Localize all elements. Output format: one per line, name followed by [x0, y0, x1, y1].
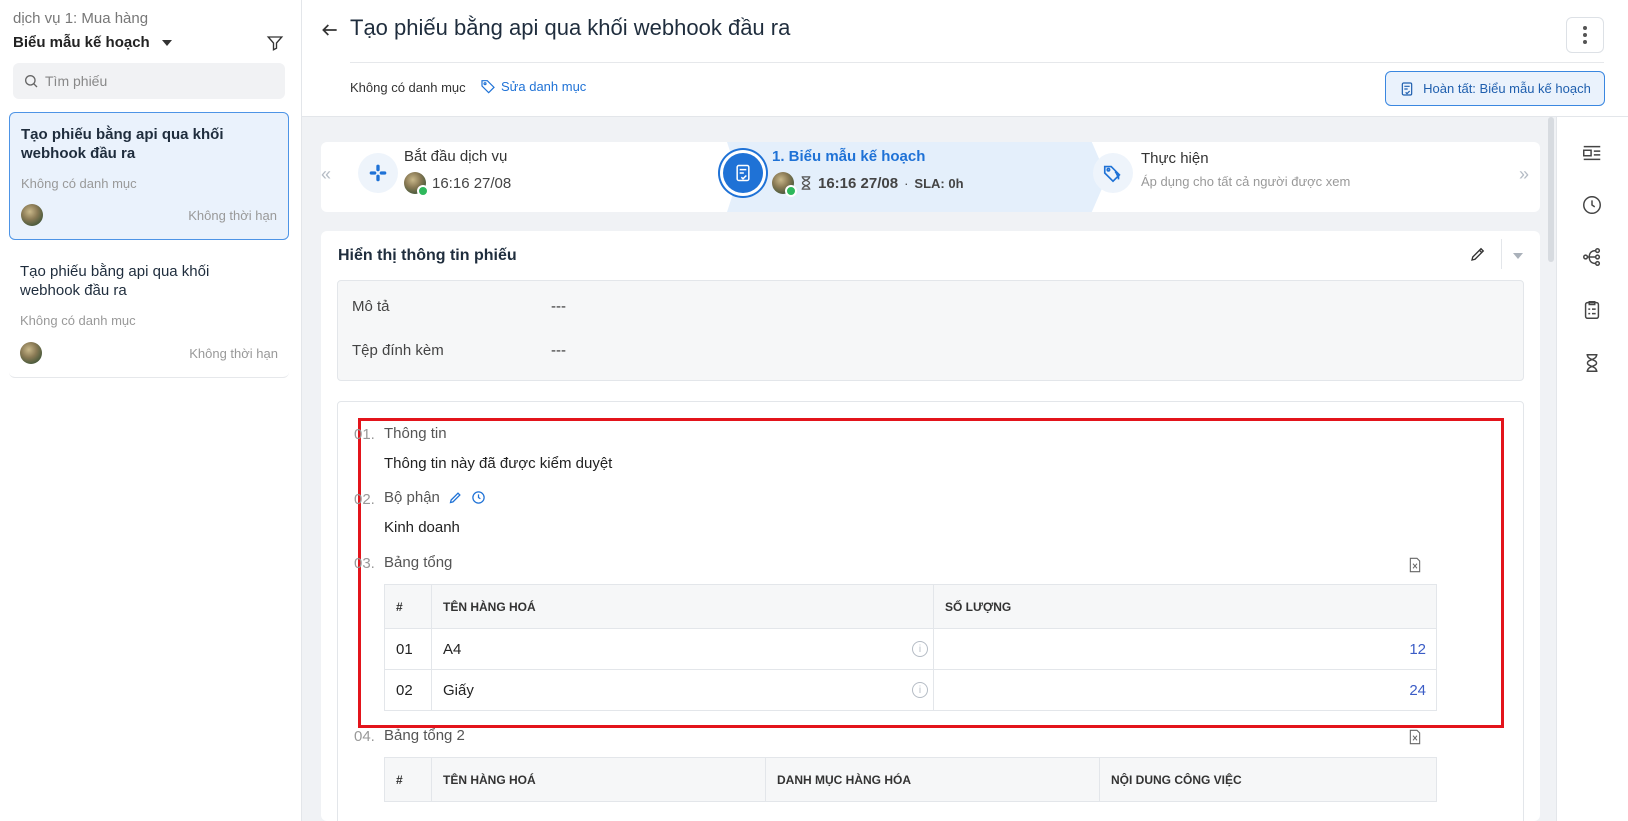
more-options-button[interactable] [1566, 17, 1604, 53]
step-label[interactable]: Bắt đầu dịch vụ [404, 148, 507, 165]
form-content: 01. Thông tin Thông tin này đã được kiểm… [337, 401, 1524, 821]
edit-category-link[interactable]: Sửa danh mục [480, 78, 586, 94]
step-sla: SLA: 0h [914, 175, 964, 191]
quantity-cell: 12 [933, 628, 1437, 670]
ticket-category: Không có danh mục [21, 176, 137, 191]
form-check-icon [1401, 81, 1413, 96]
table-row: 01 A4 i 12 [384, 628, 1437, 670]
form-selector-label: Biểu mẫu kế hoạch [13, 34, 150, 51]
ticket-info-card: Hiển thị thông tin phiếu Mô tả --- Tệp đ… [321, 231, 1540, 821]
collapse-caret-icon[interactable] [1513, 253, 1523, 259]
scrollbar[interactable] [1548, 117, 1554, 262]
page-title: Tạo phiếu bằng api qua khối webhook đầu … [350, 15, 791, 40]
ticket-title: Tạo phiếu bằng api qua khối webhook đầu … [20, 263, 210, 299]
header-divider [350, 62, 1604, 63]
ticket-category: Không có danh mục [20, 313, 136, 328]
step-time: 16:16 27/08 [818, 174, 899, 192]
search-icon [25, 75, 38, 88]
finish-step-button[interactable]: Hoàn tất: Biểu mẫu kế hoạch [1385, 71, 1605, 106]
ticket-item[interactable]: Tạo phiếu bằng api qua khối webhook đầu … [9, 112, 289, 240]
avatar [772, 172, 797, 197]
info-icon[interactable]: i [912, 682, 928, 698]
field-label: Bảng tổng [384, 554, 453, 571]
meta-label: Tệp đính kèm [352, 342, 444, 359]
ticket-search[interactable] [13, 63, 285, 99]
summary-table-2: # TÊN HÀNG HOÁ DANH MỤC HÀNG HÓA NỘI DUN… [384, 757, 1437, 802]
field-label: Bộ phận [384, 489, 486, 506]
detail-panel-icon[interactable] [1581, 142, 1603, 164]
ticket-category: Không có danh mục [350, 80, 466, 95]
column-header: TÊN HÀNG HOÁ [431, 757, 766, 802]
filter-icon[interactable] [266, 34, 284, 52]
workflow-tree-icon[interactable] [1581, 246, 1603, 268]
edit-category-label: Sửa danh mục [501, 78, 587, 94]
ticket-meta: Mô tả --- Tệp đính kèm --- [337, 280, 1524, 381]
avatar [404, 172, 429, 197]
step-time: 16:16 27/08 [432, 174, 512, 192]
ticket-deadline: Không thời hạn [189, 345, 278, 361]
caret-down-icon [161, 39, 172, 46]
info-icon[interactable]: i [912, 641, 928, 657]
column-header: TÊN HÀNG HOÁ [431, 584, 934, 629]
avatar [20, 342, 42, 364]
field-number: 01. [354, 426, 375, 443]
field-number: 04. [354, 728, 375, 745]
table-row: 02 Giấy i 24 [384, 669, 1437, 711]
service-name: dịch vụ 1: Mua hàng [13, 10, 149, 27]
search-input[interactable] [45, 73, 275, 89]
field-number: 02. [354, 491, 375, 508]
pencil-icon[interactable] [1469, 245, 1487, 263]
ticket-header: Tạo phiếu bằng api qua khối webhook đầu … [302, 0, 1628, 117]
hourglass-icon [801, 176, 811, 190]
step-label[interactable]: Thực hiện [1141, 150, 1209, 167]
ticket-item[interactable]: Tạo phiếu bằng api qua khối webhook đầu … [9, 250, 289, 378]
back-arrow-icon[interactable] [320, 20, 340, 40]
start-service-icon [358, 153, 398, 193]
steps-next-icon[interactable]: » [1519, 164, 1529, 185]
column-header: DANH MỤC HÀNG HÓA [765, 757, 1100, 802]
card-title: Hiển thị thông tin phiếu [338, 247, 517, 264]
ticket-deadline: Không thời hạn [188, 207, 277, 223]
right-tool-rail [1556, 117, 1628, 821]
item-name-cell: Giấy i [431, 669, 934, 711]
step-label-active[interactable]: 1. Biểu mẫu kế hoạch [772, 148, 925, 165]
field-number: 03. [354, 555, 375, 572]
meta-value: --- [551, 342, 566, 359]
meta-label: Mô tả [352, 298, 390, 315]
clock-icon[interactable] [471, 490, 486, 505]
column-header: NỘI DUNG CÔNG VIỆC [1099, 757, 1437, 802]
meta-value: --- [551, 298, 566, 315]
quantity-cell: 24 [933, 669, 1437, 711]
avatar [21, 204, 43, 226]
excel-export-icon[interactable] [1407, 729, 1423, 745]
column-header: # [384, 584, 432, 629]
execute-icon [1093, 153, 1133, 193]
workflow-steps: « » Bắt đầu dịch vụ 16:16 27/08 1. Biểu … [321, 142, 1540, 212]
finish-step-label: Hoàn tất: Biểu mẫu kế hoạch [1423, 81, 1591, 96]
more-vertical-icon [1583, 26, 1587, 44]
ticket-title: Tạo phiếu bằng api qua khối webhook đầu … [21, 126, 224, 162]
row-index: 02 [384, 669, 432, 711]
hourglass-icon[interactable] [1581, 352, 1603, 374]
tag-icon [481, 80, 495, 94]
ticket-sidebar: dịch vụ 1: Mua hàng Biểu mẫu kế hoạch Tạ… [0, 0, 302, 821]
field-value: Kinh doanh [384, 519, 460, 536]
form-icon [723, 153, 763, 193]
field-value: Thông tin này đã được kiểm duyệt [384, 455, 613, 472]
checklist-icon[interactable] [1581, 299, 1603, 321]
form-selector[interactable]: Biểu mẫu kế hoạch [13, 34, 172, 51]
pencil-icon[interactable] [448, 490, 463, 505]
step-note: Áp dụng cho tất cả người được xem [1141, 174, 1351, 189]
excel-export-icon[interactable] [1407, 557, 1423, 573]
field-label: Thông tin [384, 425, 447, 442]
column-header: SỐ LƯỢNG [933, 584, 1437, 629]
row-index: 01 [384, 628, 432, 670]
column-header: # [384, 757, 432, 802]
summary-table: # TÊN HÀNG HOÁ SỐ LƯỢNG 01 A4 i 12 02 Giấ… [384, 584, 1437, 711]
field-label: Bảng tổng 2 [384, 727, 465, 744]
steps-prev-icon[interactable]: « [321, 164, 331, 185]
item-name-cell: A4 i [431, 628, 934, 670]
history-clock-icon[interactable] [1581, 194, 1603, 216]
